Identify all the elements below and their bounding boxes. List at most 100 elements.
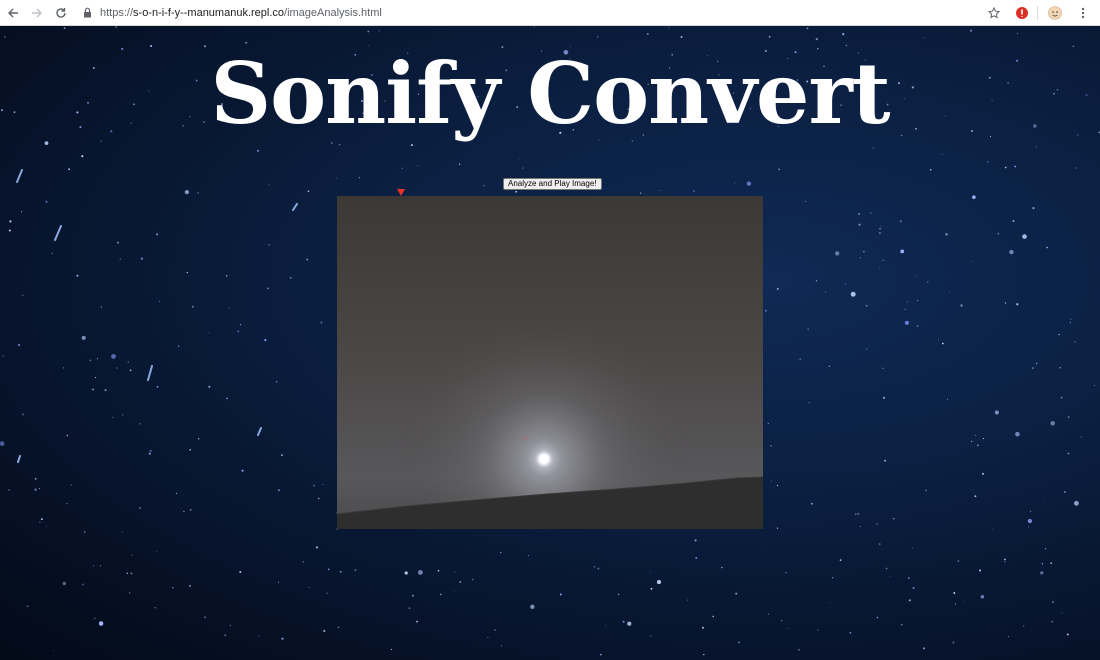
star [40, 518, 43, 521]
star [417, 165, 419, 167]
star [622, 620, 625, 623]
star [1008, 636, 1009, 638]
star [721, 566, 723, 569]
star [354, 569, 357, 571]
star [640, 192, 642, 194]
extension-shield-icon[interactable] [1011, 2, 1033, 24]
star [189, 584, 191, 587]
star [878, 232, 881, 235]
star [184, 189, 190, 195]
star [172, 587, 174, 589]
star [139, 423, 142, 425]
star [960, 304, 963, 307]
star [1004, 166, 1007, 169]
star [119, 258, 122, 260]
star [129, 369, 132, 372]
star [131, 554, 133, 556]
star [982, 438, 985, 440]
analyze-play-button[interactable]: Analyze and Play Image! [503, 178, 602, 190]
star [115, 26, 118, 28]
star [337, 626, 340, 629]
star [275, 381, 278, 383]
star [454, 571, 456, 573]
star [281, 637, 284, 640]
star [121, 531, 123, 533]
star [1009, 249, 1014, 255]
star [315, 546, 318, 549]
page-body: Sonify Convert Analyze and Play Image! [0, 26, 1100, 660]
star [872, 147, 874, 149]
url-host: s-o-n-i-f-y--manumanuk.repl.co [133, 6, 285, 19]
star [327, 568, 330, 571]
star [876, 616, 879, 619]
star [62, 367, 64, 369]
star [45, 200, 48, 203]
star [646, 32, 649, 35]
star [941, 342, 944, 345]
star [483, 184, 485, 187]
url-text[interactable]: https://s-o-n-i-f-y--manumanuk.repl.co/i… [100, 7, 382, 19]
star [825, 291, 827, 293]
star [228, 307, 230, 309]
star [839, 559, 842, 561]
star [1041, 563, 1044, 565]
star [416, 620, 418, 623]
star [0, 441, 5, 446]
star [83, 530, 86, 533]
star [746, 181, 752, 186]
star [302, 561, 305, 563]
star [1050, 421, 1055, 426]
star [458, 163, 461, 165]
star [885, 567, 888, 570]
star [208, 332, 210, 334]
star [694, 539, 697, 542]
star [339, 570, 342, 573]
menu-kebab-icon[interactable] [1072, 2, 1094, 24]
star [93, 565, 94, 567]
star [994, 410, 999, 415]
star [1032, 207, 1035, 210]
star [1074, 341, 1076, 343]
star [175, 492, 178, 495]
star [559, 593, 562, 596]
star [98, 621, 104, 626]
star [923, 37, 925, 39]
star [733, 182, 735, 184]
star [810, 502, 813, 505]
star [980, 594, 985, 599]
star [976, 444, 979, 447]
star [197, 437, 200, 440]
star [997, 232, 1000, 235]
star [306, 258, 309, 261]
star [882, 259, 884, 261]
star [844, 283, 847, 285]
star [528, 555, 529, 557]
star [224, 634, 227, 637]
star-streak [54, 225, 62, 241]
toolbar-separator [1037, 5, 1038, 20]
profile-avatar-icon[interactable] [1044, 2, 1066, 24]
star [850, 291, 856, 297]
star [866, 348, 868, 350]
star [257, 149, 260, 152]
forward-arrow-icon[interactable] [26, 2, 48, 24]
star [1031, 367, 1034, 370]
star [81, 335, 86, 340]
back-arrow-icon[interactable] [2, 2, 24, 24]
star-streak [17, 455, 21, 463]
star [842, 33, 845, 36]
star [972, 261, 974, 263]
star [884, 459, 887, 462]
star [401, 167, 403, 169]
star [156, 233, 158, 236]
star [94, 617, 96, 619]
bookmark-star-icon[interactable] [983, 2, 1005, 24]
star [378, 30, 380, 32]
star [650, 635, 652, 637]
star [916, 300, 918, 302]
reload-icon[interactable] [50, 2, 72, 24]
star [183, 510, 185, 513]
star [117, 241, 119, 244]
star [204, 616, 206, 618]
address-bar[interactable]: https://s-o-n-i-f-y--manumanuk.repl.co/i… [80, 2, 977, 24]
